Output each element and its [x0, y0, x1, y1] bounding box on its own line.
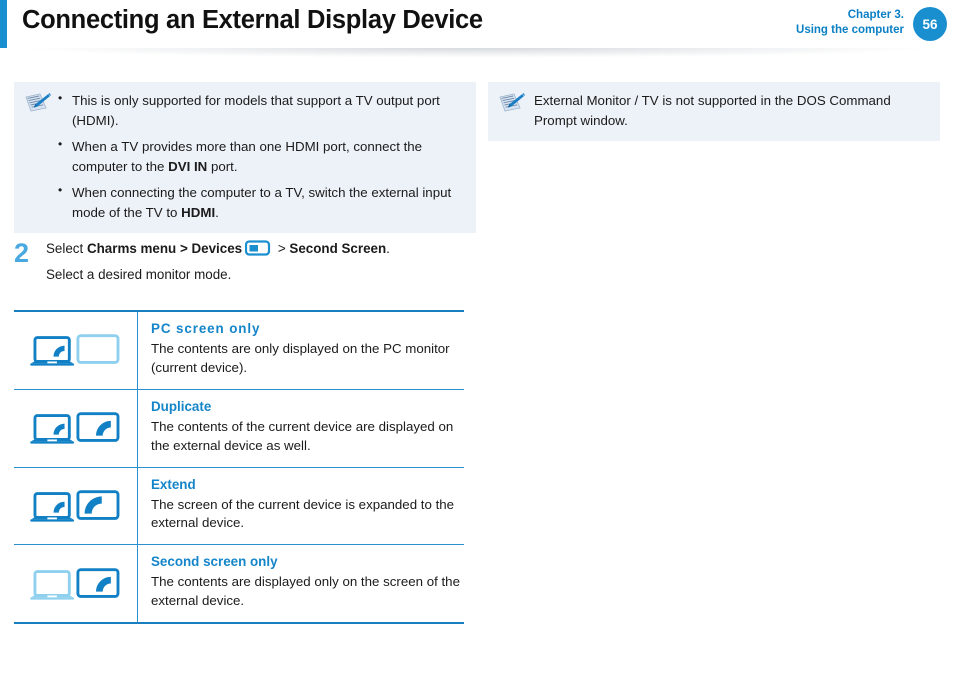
chapter-number: Chapter 3. [847, 9, 904, 21]
mode-text-cell: Second screen only The contents are disp… [138, 545, 464, 622]
step-block: 2 Select Charms menu > Devices > Second … [14, 238, 484, 286]
step-number: 2 [14, 238, 30, 268]
mode-description: The contents of the current device are d… [151, 418, 454, 453]
note-pencil-icon [24, 92, 52, 114]
note-bullet-item: When connecting the computer to a TV, sw… [54, 182, 464, 222]
second-screen-only-icon [14, 545, 138, 622]
step-text: Select Charms menu > Devices > Second Sc… [46, 238, 484, 286]
note-box-right: External Monitor / TV is not supported i… [488, 82, 940, 142]
step-bold-second-screen: Second Screen [289, 241, 387, 256]
step-line-1: Select Charms menu > Devices > Second Sc… [46, 238, 484, 264]
step-line1-suffix: . [386, 241, 390, 256]
chapter-name: Using the computer [796, 23, 904, 36]
page-header: Connecting an External Display Device Ch… [0, 0, 954, 48]
table-row[interactable]: Second screen only The contents are disp… [14, 545, 464, 622]
table-row[interactable]: Duplicate The contents of the current de… [14, 389, 464, 468]
note-bold-hdmi: HDMI [181, 204, 216, 220]
step-line1-mid: > [274, 241, 290, 256]
note-bullet-text-3: When connecting the computer to a TV, sw… [72, 185, 452, 220]
mode-title: PC screen only [151, 321, 261, 336]
chapter-label: Chapter 3. Using the computer [796, 8, 904, 37]
display-mode-table: PC screen only The contents are only dis… [14, 310, 464, 624]
mode-text-cell: Duplicate The contents of the current de… [138, 390, 464, 467]
note-left-bullet-list: This is only supported for models that s… [54, 90, 464, 222]
mode-description: The contents are displayed only on the s… [151, 574, 460, 609]
step-line1-prefix: Select [46, 241, 87, 256]
mode-text-cell: Extend The screen of the current device … [138, 468, 464, 545]
mode-title: Second screen only [151, 554, 278, 570]
header-shadow [0, 48, 954, 60]
note-left-body: This is only supported for models that s… [54, 90, 464, 222]
mode-description: The contents are only displayed on the P… [151, 341, 450, 375]
page-number-badge: 56 [913, 7, 947, 41]
note-bullet-text-2: When a TV provides more than one HDMI po… [72, 139, 423, 174]
header-accent-bar [0, 0, 7, 48]
page-title: Connecting an External Display Device [22, 6, 483, 34]
note-pencil-icon [498, 92, 526, 114]
duplicate-icon [14, 389, 138, 467]
mode-title: Extend [151, 476, 196, 492]
mode-text-cell: PC screen only The contents are only dis… [138, 312, 464, 389]
step-bold-charms-devices: Charms menu > Devices [86, 241, 243, 256]
table-row[interactable]: PC screen only The contents are only dis… [14, 312, 464, 390]
devices-icon[interactable] [245, 240, 271, 264]
note-box-left: This is only supported for models that s… [14, 82, 476, 234]
mode-description: The screen of the current device is expa… [151, 496, 455, 531]
note-bullet-text: This is only supported for models that s… [72, 93, 440, 128]
step-line-2: Select a desired monitor mode. [46, 266, 232, 282]
pc-screen-only-icon [14, 312, 138, 389]
note-bullet-item: This is only supported for models that s… [54, 90, 464, 130]
table-row[interactable]: Extend The screen of the current device … [14, 467, 464, 546]
note-bold-dvi-in: DVI IN [168, 158, 208, 174]
note-right-text: External Monitor / TV is not supported i… [534, 93, 891, 128]
mode-title: Duplicate [151, 398, 212, 414]
extend-icon [14, 467, 138, 545]
note-bullet-item: When a TV provides more than one HDMI po… [54, 136, 464, 176]
